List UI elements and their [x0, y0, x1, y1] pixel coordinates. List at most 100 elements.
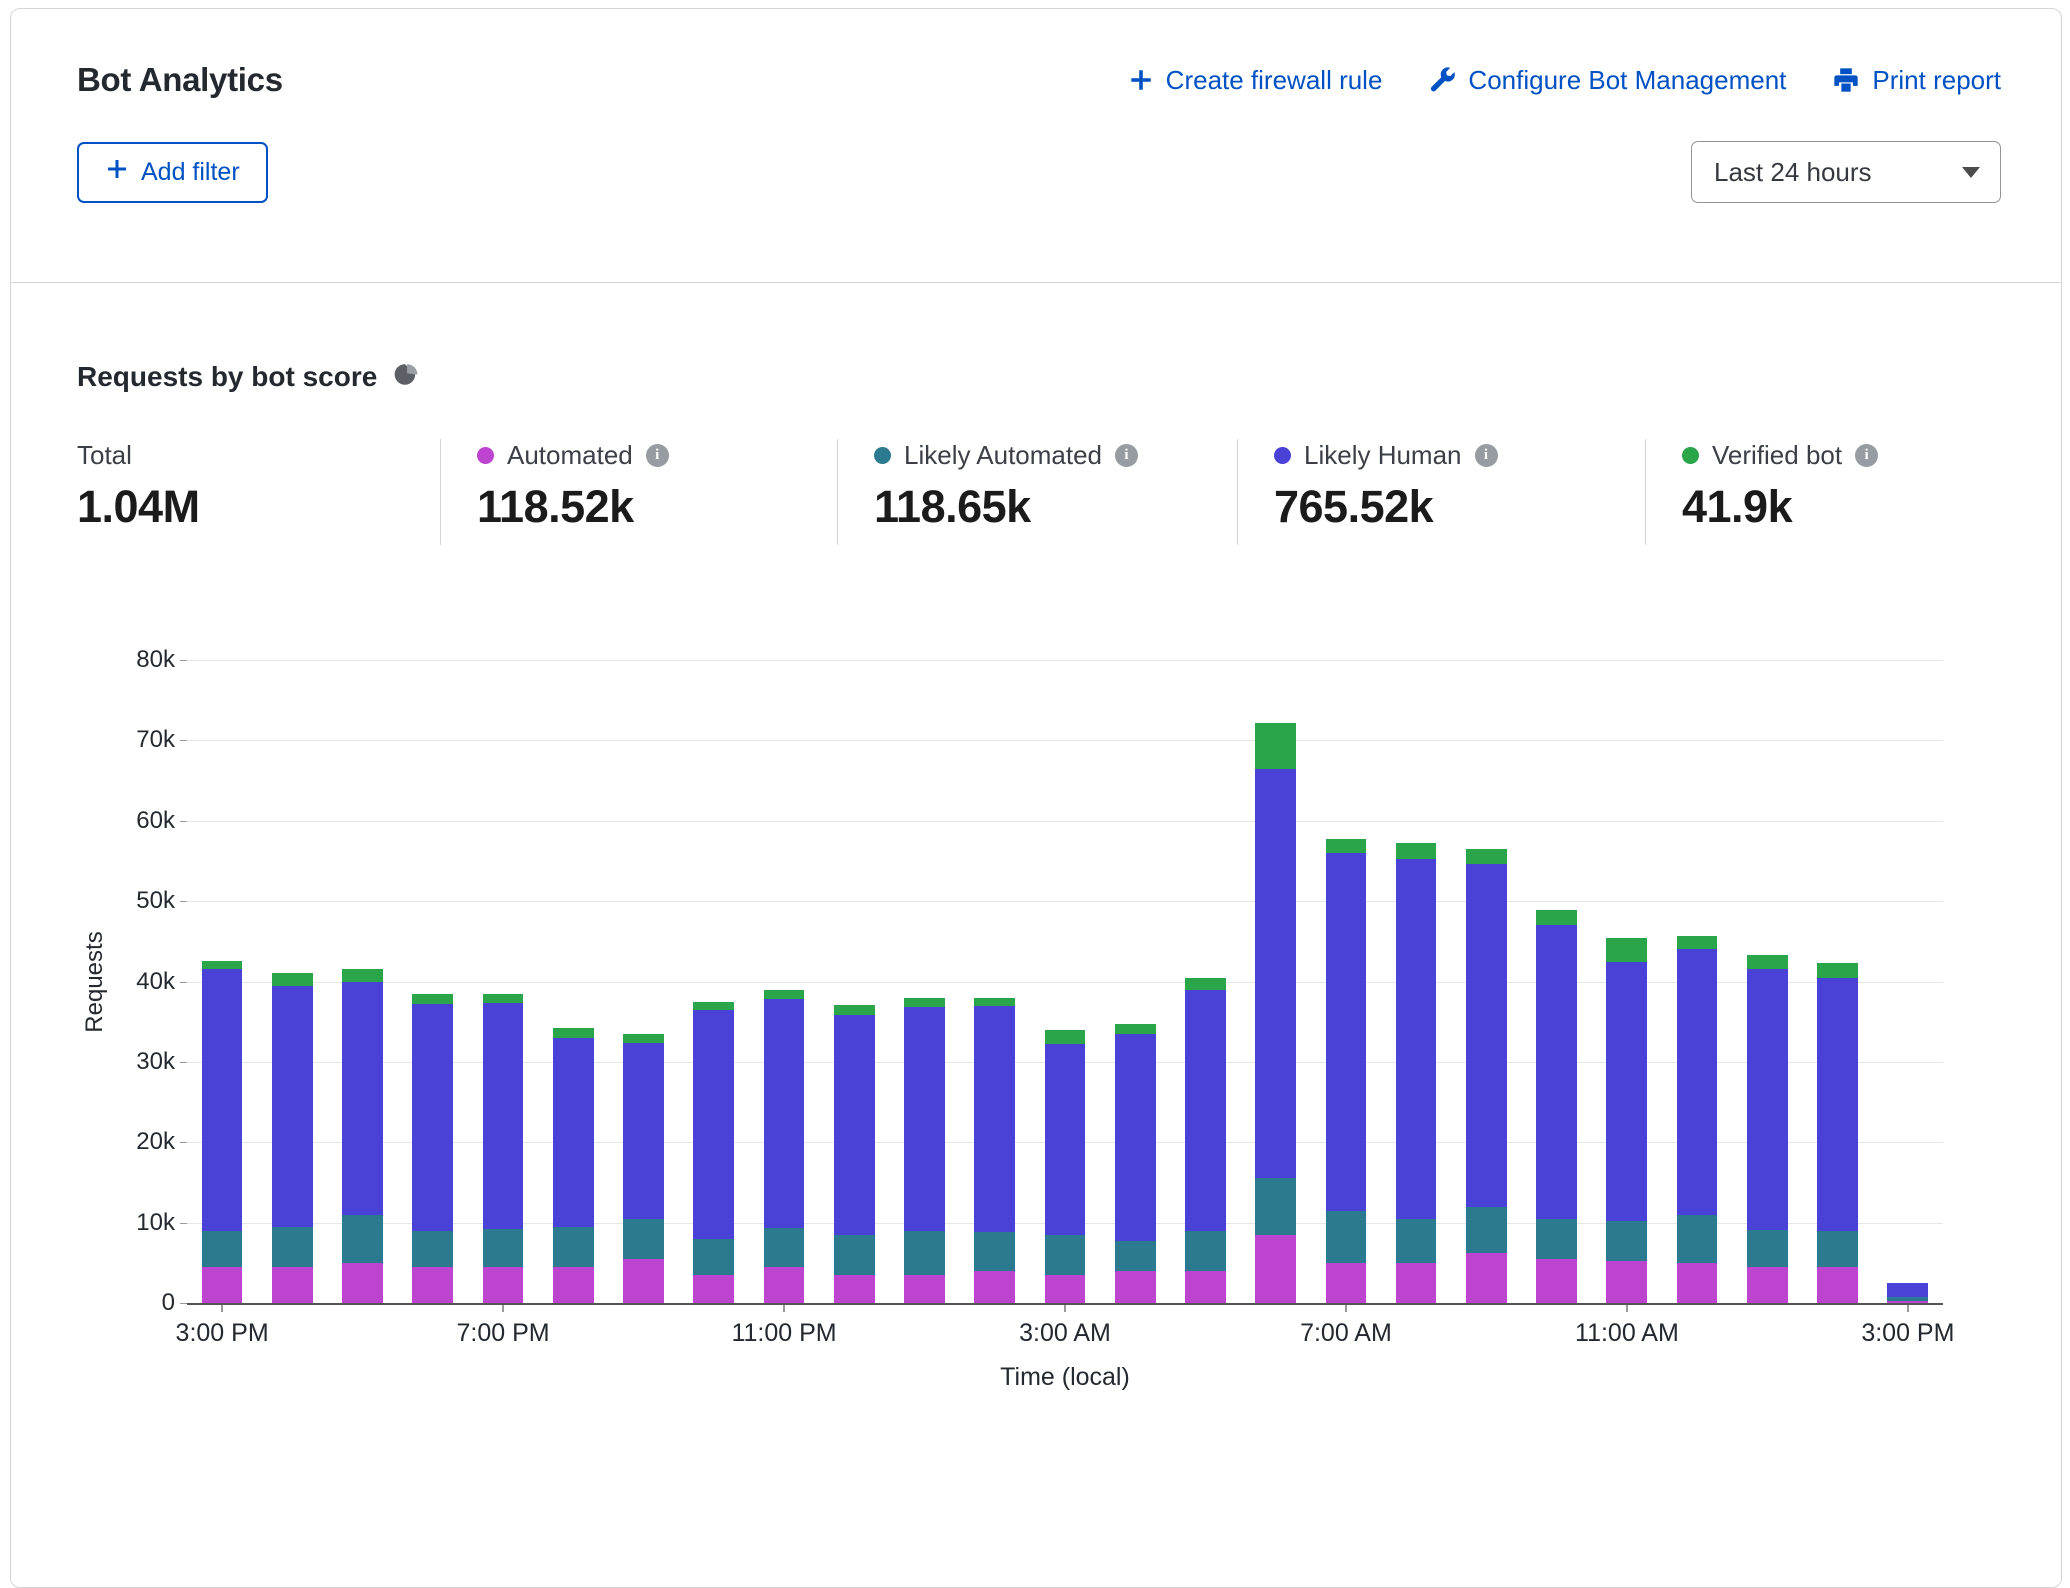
y-tick-label: 20k [136, 1128, 175, 1156]
stat-label: Automated [507, 440, 633, 471]
configure-bot-management-label: Configure Bot Management [1468, 65, 1786, 96]
bar-slot [960, 660, 1030, 1303]
bar-slot [1802, 660, 1872, 1303]
bar-segment-likely-automated [834, 1235, 875, 1275]
stacked-bar [1887, 660, 1928, 1303]
bar-segment-verified-bot [764, 990, 805, 1000]
bar-segment-likely-human [974, 1006, 1015, 1233]
bar-segment-verified-bot [1606, 938, 1647, 962]
stat-block: Total 1.04M [77, 439, 440, 545]
bar-segment-likely-human [1115, 1034, 1156, 1241]
configure-bot-management-link[interactable]: Configure Bot Management [1428, 65, 1786, 96]
x-tick-mark [1345, 1305, 1347, 1312]
bar-segment-likely-automated [1817, 1231, 1858, 1267]
create-firewall-rule-link[interactable]: Create firewall rule [1128, 65, 1383, 96]
bar-slot [1732, 660, 1802, 1303]
bar-segment-automated [904, 1275, 945, 1303]
bar-segment-verified-bot [202, 961, 243, 969]
bar-segment-verified-bot [1326, 839, 1367, 853]
chart-plot: 010k20k30k40k50k60k70k80k3:00 PM7:00 PM1… [187, 660, 1943, 1305]
bar-segment-verified-bot [1396, 843, 1437, 858]
stat-label: Likely Human [1304, 440, 1462, 471]
bar-segment-verified-bot [553, 1028, 594, 1038]
bar-slot [1311, 660, 1381, 1303]
bar-segment-likely-automated [1045, 1235, 1086, 1275]
stacked-bar [412, 660, 453, 1303]
stacked-bar [1185, 660, 1226, 1303]
bar-segment-likely-automated [764, 1228, 805, 1267]
bar-segment-verified-bot [904, 998, 945, 1008]
x-tick-mark [221, 1305, 223, 1312]
stacked-bar [764, 660, 805, 1303]
info-icon[interactable]: i [1115, 444, 1138, 467]
bar-segment-automated [623, 1259, 664, 1303]
stat-label: Likely Automated [904, 440, 1102, 471]
stacked-bar [1536, 660, 1577, 1303]
bar-segment-verified-bot [1115, 1024, 1156, 1034]
bar-segment-automated [1255, 1235, 1296, 1303]
y-tick-label: 40k [136, 968, 175, 996]
bar-segment-likely-human [1536, 925, 1577, 1218]
stacked-bar [483, 660, 524, 1303]
bar-segment-likely-human [1185, 990, 1226, 1231]
add-filter-button[interactable]: Add filter [77, 142, 268, 203]
bar-segment-automated [974, 1271, 1015, 1303]
x-tick-label: 3:00 AM [1019, 1319, 1111, 1348]
bar-segment-verified-bot [693, 1002, 734, 1010]
card-header: Bot Analytics Create firewall rule Confi… [11, 9, 2061, 283]
print-report-link[interactable]: Print report [1832, 65, 2001, 96]
bar-segment-likely-human [1677, 949, 1718, 1214]
bar-segment-likely-human [1396, 859, 1437, 1219]
time-range-select[interactable]: Last 24 hours [1691, 141, 2001, 203]
stacked-bar [1747, 660, 1788, 1303]
y-tick-mark [180, 740, 187, 741]
stacked-bar [693, 660, 734, 1303]
bar-segment-automated [834, 1275, 875, 1303]
bar-segment-likely-human [1747, 969, 1788, 1229]
bar-segment-likely-human [412, 1004, 453, 1231]
y-tick-mark [180, 982, 187, 983]
stat-value: 118.52k [477, 481, 837, 533]
x-tick-label: 3:00 PM [176, 1319, 269, 1348]
x-tick-label: 7:00 PM [457, 1319, 550, 1348]
bar-slot [398, 660, 468, 1303]
y-tick-label: 0 [162, 1289, 175, 1317]
info-icon[interactable]: i [646, 444, 669, 467]
bar-segment-likely-human [483, 1003, 524, 1229]
printer-icon [1832, 66, 1860, 94]
info-icon[interactable]: i [1475, 444, 1498, 467]
y-tick-mark [180, 1062, 187, 1063]
x-tick-label: 3:00 PM [1861, 1319, 1954, 1348]
bar-segment-verified-bot [272, 973, 313, 985]
bar-segment-verified-bot [1747, 955, 1788, 969]
stacked-bar [1115, 660, 1156, 1303]
bar-segment-verified-bot [1466, 849, 1507, 864]
info-icon[interactable]: i [1855, 444, 1878, 467]
bar-segment-automated [483, 1267, 524, 1303]
bar-slot [187, 660, 257, 1303]
bar-slot [1030, 660, 1100, 1303]
bar-segment-likely-automated [1185, 1231, 1226, 1271]
bar-segment-automated [1536, 1259, 1577, 1303]
stats-row: Total 1.04M Automated i 118.52k Likely A… [77, 439, 2001, 545]
bar-segment-likely-human [623, 1043, 664, 1218]
stacked-bar [1606, 660, 1647, 1303]
y-tick-label: 10k [136, 1209, 175, 1237]
create-firewall-rule-label: Create firewall rule [1166, 65, 1383, 96]
bar-segment-likely-automated [1255, 1178, 1296, 1234]
add-filter-label: Add filter [141, 158, 240, 187]
stat-block: Automated i 118.52k [440, 439, 837, 545]
legend-dot [1274, 447, 1291, 464]
bar-segment-likely-automated [412, 1231, 453, 1267]
bar-segment-automated [1185, 1271, 1226, 1303]
stat-block: Verified bot i 41.9k [1645, 439, 1878, 545]
bar-segment-verified-bot [623, 1034, 664, 1044]
x-tick-mark [783, 1305, 785, 1312]
bar-segment-likely-human [1817, 978, 1858, 1231]
stat-value: 41.9k [1682, 481, 1878, 533]
x-tick-mark [1907, 1305, 1909, 1312]
bar-segment-automated [1396, 1263, 1437, 1303]
x-tick-label: 11:00 AM [1575, 1319, 1679, 1348]
stacked-bar [904, 660, 945, 1303]
bar-segment-verified-bot [483, 994, 524, 1004]
